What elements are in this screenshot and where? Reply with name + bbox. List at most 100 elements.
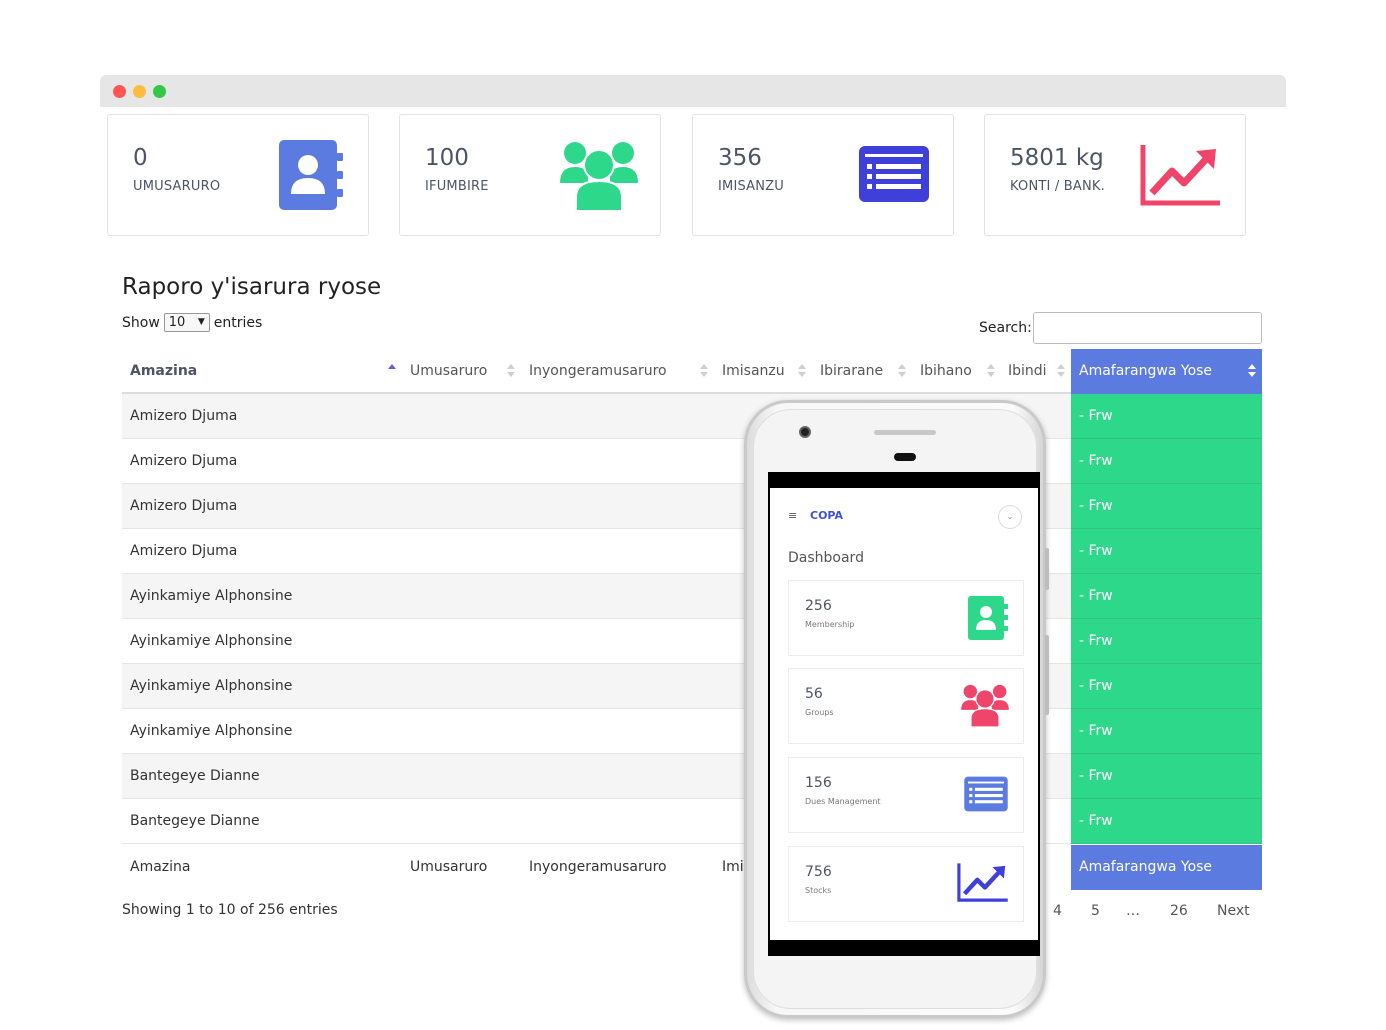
- footer-umusaruro: Umusaruro: [410, 859, 488, 875]
- footer-amafarangwa-yose: Amafarangwa Yose: [1071, 845, 1262, 890]
- mobile-card-membership[interactable]: 256 Membership: [788, 580, 1024, 656]
- sort-icon: [700, 364, 708, 378]
- phone-screen: ≡ COPA ⌄ Dashboard 256 Membership 56 Gro…: [768, 472, 1040, 956]
- phone-volume-button: [1045, 548, 1049, 590]
- column-header-imisanzu[interactable]: Imisanzu: [722, 349, 785, 394]
- app-brand[interactable]: COPA: [810, 509, 843, 522]
- sort-icon: [798, 364, 806, 378]
- column-header-ibirarane[interactable]: Ibirarane: [820, 349, 883, 394]
- contact-book-icon: [968, 596, 1008, 640]
- mobile-card-dues-management[interactable]: 156 Dues Management: [788, 757, 1024, 833]
- search-label: Search:: [979, 320, 1032, 336]
- stat-label: IFUMBIRE: [425, 179, 489, 194]
- list-icon: [964, 776, 1008, 812]
- window-close-button[interactable]: [113, 85, 126, 98]
- cell-name: Bantegeye Dianne: [130, 813, 260, 829]
- users-group-icon: [560, 142, 638, 211]
- card-value: 56: [805, 686, 823, 702]
- table-header: Amazina Umusaruro Inyongeramusaruro Imis…: [122, 349, 1262, 394]
- trending-up-icon: [1140, 145, 1220, 206]
- cell-total: - Frw: [1071, 799, 1262, 844]
- entries-select-value: 10: [168, 315, 186, 330]
- cell-total: - Frw: [1071, 529, 1262, 574]
- card-label: Groups: [805, 708, 834, 717]
- report-title: Raporo y'isarura ryose: [122, 274, 382, 300]
- stat-label: IMISANZU: [718, 179, 785, 194]
- cell-name: Amizero Djuma: [130, 543, 238, 559]
- sort-icon: [507, 364, 515, 378]
- cell-total: - Frw: [1071, 574, 1262, 619]
- list-icon: [859, 146, 929, 202]
- cell-total: - Frw: [1071, 709, 1262, 754]
- window-maximize-button[interactable]: [153, 85, 166, 98]
- next-page-button[interactable]: Next: [1217, 903, 1250, 919]
- search-input[interactable]: [1033, 312, 1262, 344]
- page-26-button[interactable]: 26: [1170, 903, 1188, 919]
- column-header-ibindi[interactable]: Ibindi: [1008, 349, 1047, 394]
- stat-label: UMUSARURO: [133, 179, 221, 194]
- card-label: Dues Management: [805, 797, 881, 806]
- stat-value: 356: [718, 145, 762, 171]
- column-header-ibihano[interactable]: Ibihano: [920, 349, 972, 394]
- cell-name: Amizero Djuma: [130, 408, 238, 424]
- sort-ascending-icon: [388, 364, 396, 378]
- sort-icon: [898, 364, 906, 378]
- contact-book-icon: [279, 140, 343, 210]
- stat-value: 0: [133, 145, 148, 171]
- cell-name: Amizero Djuma: [130, 498, 238, 514]
- footer-amazina: Amazina: [130, 859, 191, 875]
- page-5-button[interactable]: 5: [1091, 903, 1100, 919]
- camera-icon: [799, 426, 811, 438]
- cell-total: - Frw: [1071, 394, 1262, 439]
- column-header-amafarangwa-yose[interactable]: Amafarangwa Yose: [1071, 349, 1262, 394]
- browser-title-bar: [100, 75, 1286, 107]
- cell-name: Amizero Djuma: [130, 453, 238, 469]
- column-header-umusaruro[interactable]: Umusaruro: [410, 349, 487, 394]
- show-label: Show: [122, 314, 160, 331]
- mobile-page-title: Dashboard: [788, 550, 864, 566]
- cell-name: Ayinkamiye Alphonsine: [130, 633, 293, 649]
- page-ellipsis: …: [1126, 903, 1140, 919]
- speaker-grille: [874, 430, 936, 435]
- footer-inyongeramusaruro: Inyongeramusaruro: [529, 859, 667, 875]
- phone-mockup: ≡ COPA ⌄ Dashboard 256 Membership 56 Gro…: [744, 400, 1049, 1018]
- stat-value: 100: [425, 145, 469, 171]
- sort-icon: [1248, 364, 1256, 378]
- hamburger-menu-icon[interactable]: ≡: [788, 509, 797, 522]
- column-header-amazina[interactable]: Amazina: [130, 349, 197, 394]
- stat-card-konti-bank: 5801 kg KONTI / BANK.: [984, 114, 1246, 236]
- cell-total: - Frw: [1071, 664, 1262, 709]
- cell-total: - Frw: [1071, 754, 1262, 799]
- phone-body: ≡ COPA ⌄ Dashboard 256 Membership 56 Gro…: [753, 409, 1040, 1009]
- cell-total: - Frw: [1071, 484, 1262, 529]
- card-value: 156: [805, 775, 832, 791]
- entries-select[interactable]: 10 ▼: [163, 313, 210, 332]
- entries-length-control: Show 10 ▼ entries: [122, 313, 262, 332]
- users-group-icon: [961, 684, 1009, 727]
- stat-label: KONTI / BANK.: [1010, 179, 1105, 194]
- card-value: 256: [805, 598, 832, 614]
- column-header-inyongeramusaruro[interactable]: Inyongeramusaruro: [529, 349, 667, 394]
- trending-up-icon: [957, 863, 1008, 902]
- table-footer: Amazina Umusaruro Inyongeramusaruro Imis…: [122, 845, 1262, 890]
- entries-label: entries: [213, 314, 263, 331]
- stat-card-ifumbire: 100 IFUMBIRE: [399, 114, 661, 236]
- window-minimize-button[interactable]: [133, 85, 146, 98]
- card-label: Membership: [805, 620, 855, 629]
- page-4-button[interactable]: 4: [1053, 903, 1062, 919]
- mobile-card-groups[interactable]: 56 Groups: [788, 668, 1024, 744]
- cell-name: Ayinkamiye Alphonsine: [130, 678, 293, 694]
- stat-value: 5801 kg: [1010, 145, 1104, 171]
- card-value: 756: [805, 864, 832, 880]
- sort-icon: [987, 364, 995, 378]
- phone-sensor: [894, 453, 916, 461]
- cell-name: Bantegeye Dianne: [130, 768, 260, 784]
- stat-card-imisanzu: 356 IMISANZU: [692, 114, 954, 236]
- caret-down-icon: ▼: [197, 317, 205, 327]
- phone-power-button: [1045, 635, 1049, 715]
- cell-total: - Frw: [1071, 619, 1262, 664]
- card-label: Stocks: [805, 886, 832, 895]
- user-menu-icon[interactable]: ⌄: [998, 505, 1022, 529]
- mobile-card-stocks[interactable]: 756 Stocks: [788, 846, 1024, 922]
- cell-name: Ayinkamiye Alphonsine: [130, 723, 293, 739]
